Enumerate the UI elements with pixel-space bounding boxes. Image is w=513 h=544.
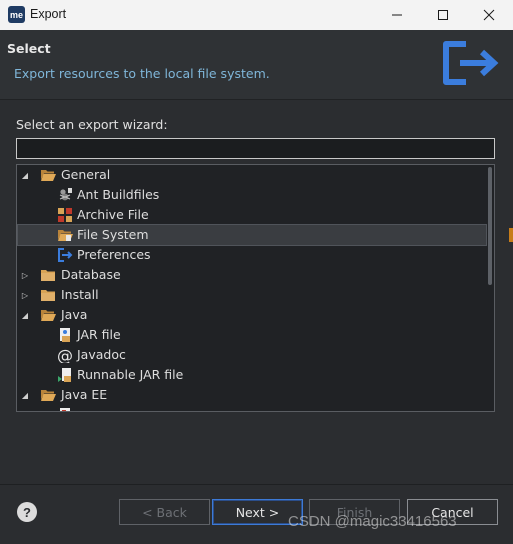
wizard-filter-input[interactable] — [16, 138, 495, 159]
button-bar-separator — [0, 484, 513, 485]
folder-file-icon — [58, 230, 73, 241]
jar-icon — [60, 328, 70, 342]
at-icon: @ — [57, 347, 73, 363]
page-description: Export resources to the local file syste… — [14, 66, 270, 81]
folder-open-icon — [41, 310, 56, 321]
file-icon — [60, 408, 70, 411]
wizard-select-label: Select an export wizard: — [16, 117, 168, 132]
tree-item-label: Install — [61, 287, 99, 302]
minimize-button[interactable] — [374, 0, 420, 30]
tree-item-label: JAR file — [77, 327, 121, 342]
maximize-icon — [438, 10, 448, 20]
tree-item-general[interactable]: ◢ General — [18, 165, 486, 185]
tree-item-database[interactable]: ▷ Database — [18, 265, 486, 285]
preferences-export-icon — [58, 248, 73, 262]
window-title: Export — [30, 7, 67, 21]
expand-right-icon[interactable]: ▷ — [20, 285, 30, 305]
page-title: Select — [7, 41, 51, 56]
wizard-header: Select Export resources to the local fil… — [0, 30, 513, 100]
minimize-icon — [392, 14, 402, 16]
tree-item-file-system[interactable]: File System — [17, 224, 487, 246]
expand-down-icon[interactable]: ◢ — [20, 165, 30, 185]
tree-item-runnable-jar[interactable]: Runnable JAR file — [18, 365, 486, 385]
folder-icon — [41, 270, 55, 281]
tree-item-label: Java EE — [61, 387, 108, 402]
tree-scrollbar[interactable] — [488, 167, 492, 285]
tree-item-label: Archive File — [77, 207, 149, 222]
close-button[interactable] — [466, 0, 512, 30]
tree-item-preferences[interactable]: Preferences — [18, 245, 486, 265]
tree-item-archive-file[interactable]: Archive File — [18, 205, 486, 225]
expand-down-icon[interactable]: ◢ — [20, 385, 30, 405]
back-button[interactable]: < Back — [119, 499, 210, 525]
help-button[interactable]: ? — [17, 502, 37, 522]
tree-item-label: General — [61, 167, 111, 182]
expand-down-icon[interactable]: ◢ — [20, 305, 30, 325]
app-icon: me — [8, 6, 25, 23]
folder-open-icon — [41, 170, 56, 181]
maximize-button[interactable] — [420, 0, 466, 30]
background-window-edge — [509, 228, 513, 242]
watermark: CSDN @magic33416563 — [288, 513, 457, 530]
tree-item-label: File System — [77, 227, 149, 242]
svg-text:@: @ — [57, 347, 73, 363]
tree-item-label: Database — [61, 267, 121, 282]
tree-item-java-ee[interactable]: ◢ Java EE — [18, 385, 486, 405]
tree-item-label: Preferences — [77, 247, 151, 262]
tree-item-install[interactable]: ▷ Install — [18, 285, 486, 305]
tree-item-jar-file[interactable]: JAR file — [18, 325, 486, 345]
tree-item-java[interactable]: ◢ Java — [18, 305, 486, 325]
export-arrow-icon — [443, 41, 499, 85]
tree-item-ant-buildfiles[interactable]: Ant Buildfiles — [18, 185, 486, 205]
tree-item-javadoc[interactable]: @ Javadoc — [18, 345, 486, 365]
tree-item-label: Javadoc — [77, 347, 126, 362]
wizard-tree[interactable]: ◢ General Ant Buildfiles Archive File Fi… — [16, 164, 495, 412]
tree-item-label: Runnable JAR file — [77, 367, 184, 382]
title-bar: me Export — [0, 0, 513, 30]
folder-icon — [41, 290, 55, 301]
ant-icon — [59, 188, 72, 201]
tree-item-label: Ant Buildfiles — [77, 187, 160, 202]
tree-item-partial[interactable] — [18, 405, 486, 411]
folder-open-icon — [41, 390, 56, 401]
runnable-jar-icon — [58, 368, 71, 382]
close-icon — [483, 9, 495, 21]
expand-right-icon[interactable]: ▷ — [20, 265, 30, 285]
archive-icon — [58, 208, 72, 222]
tree-item-label: Java — [61, 307, 88, 322]
